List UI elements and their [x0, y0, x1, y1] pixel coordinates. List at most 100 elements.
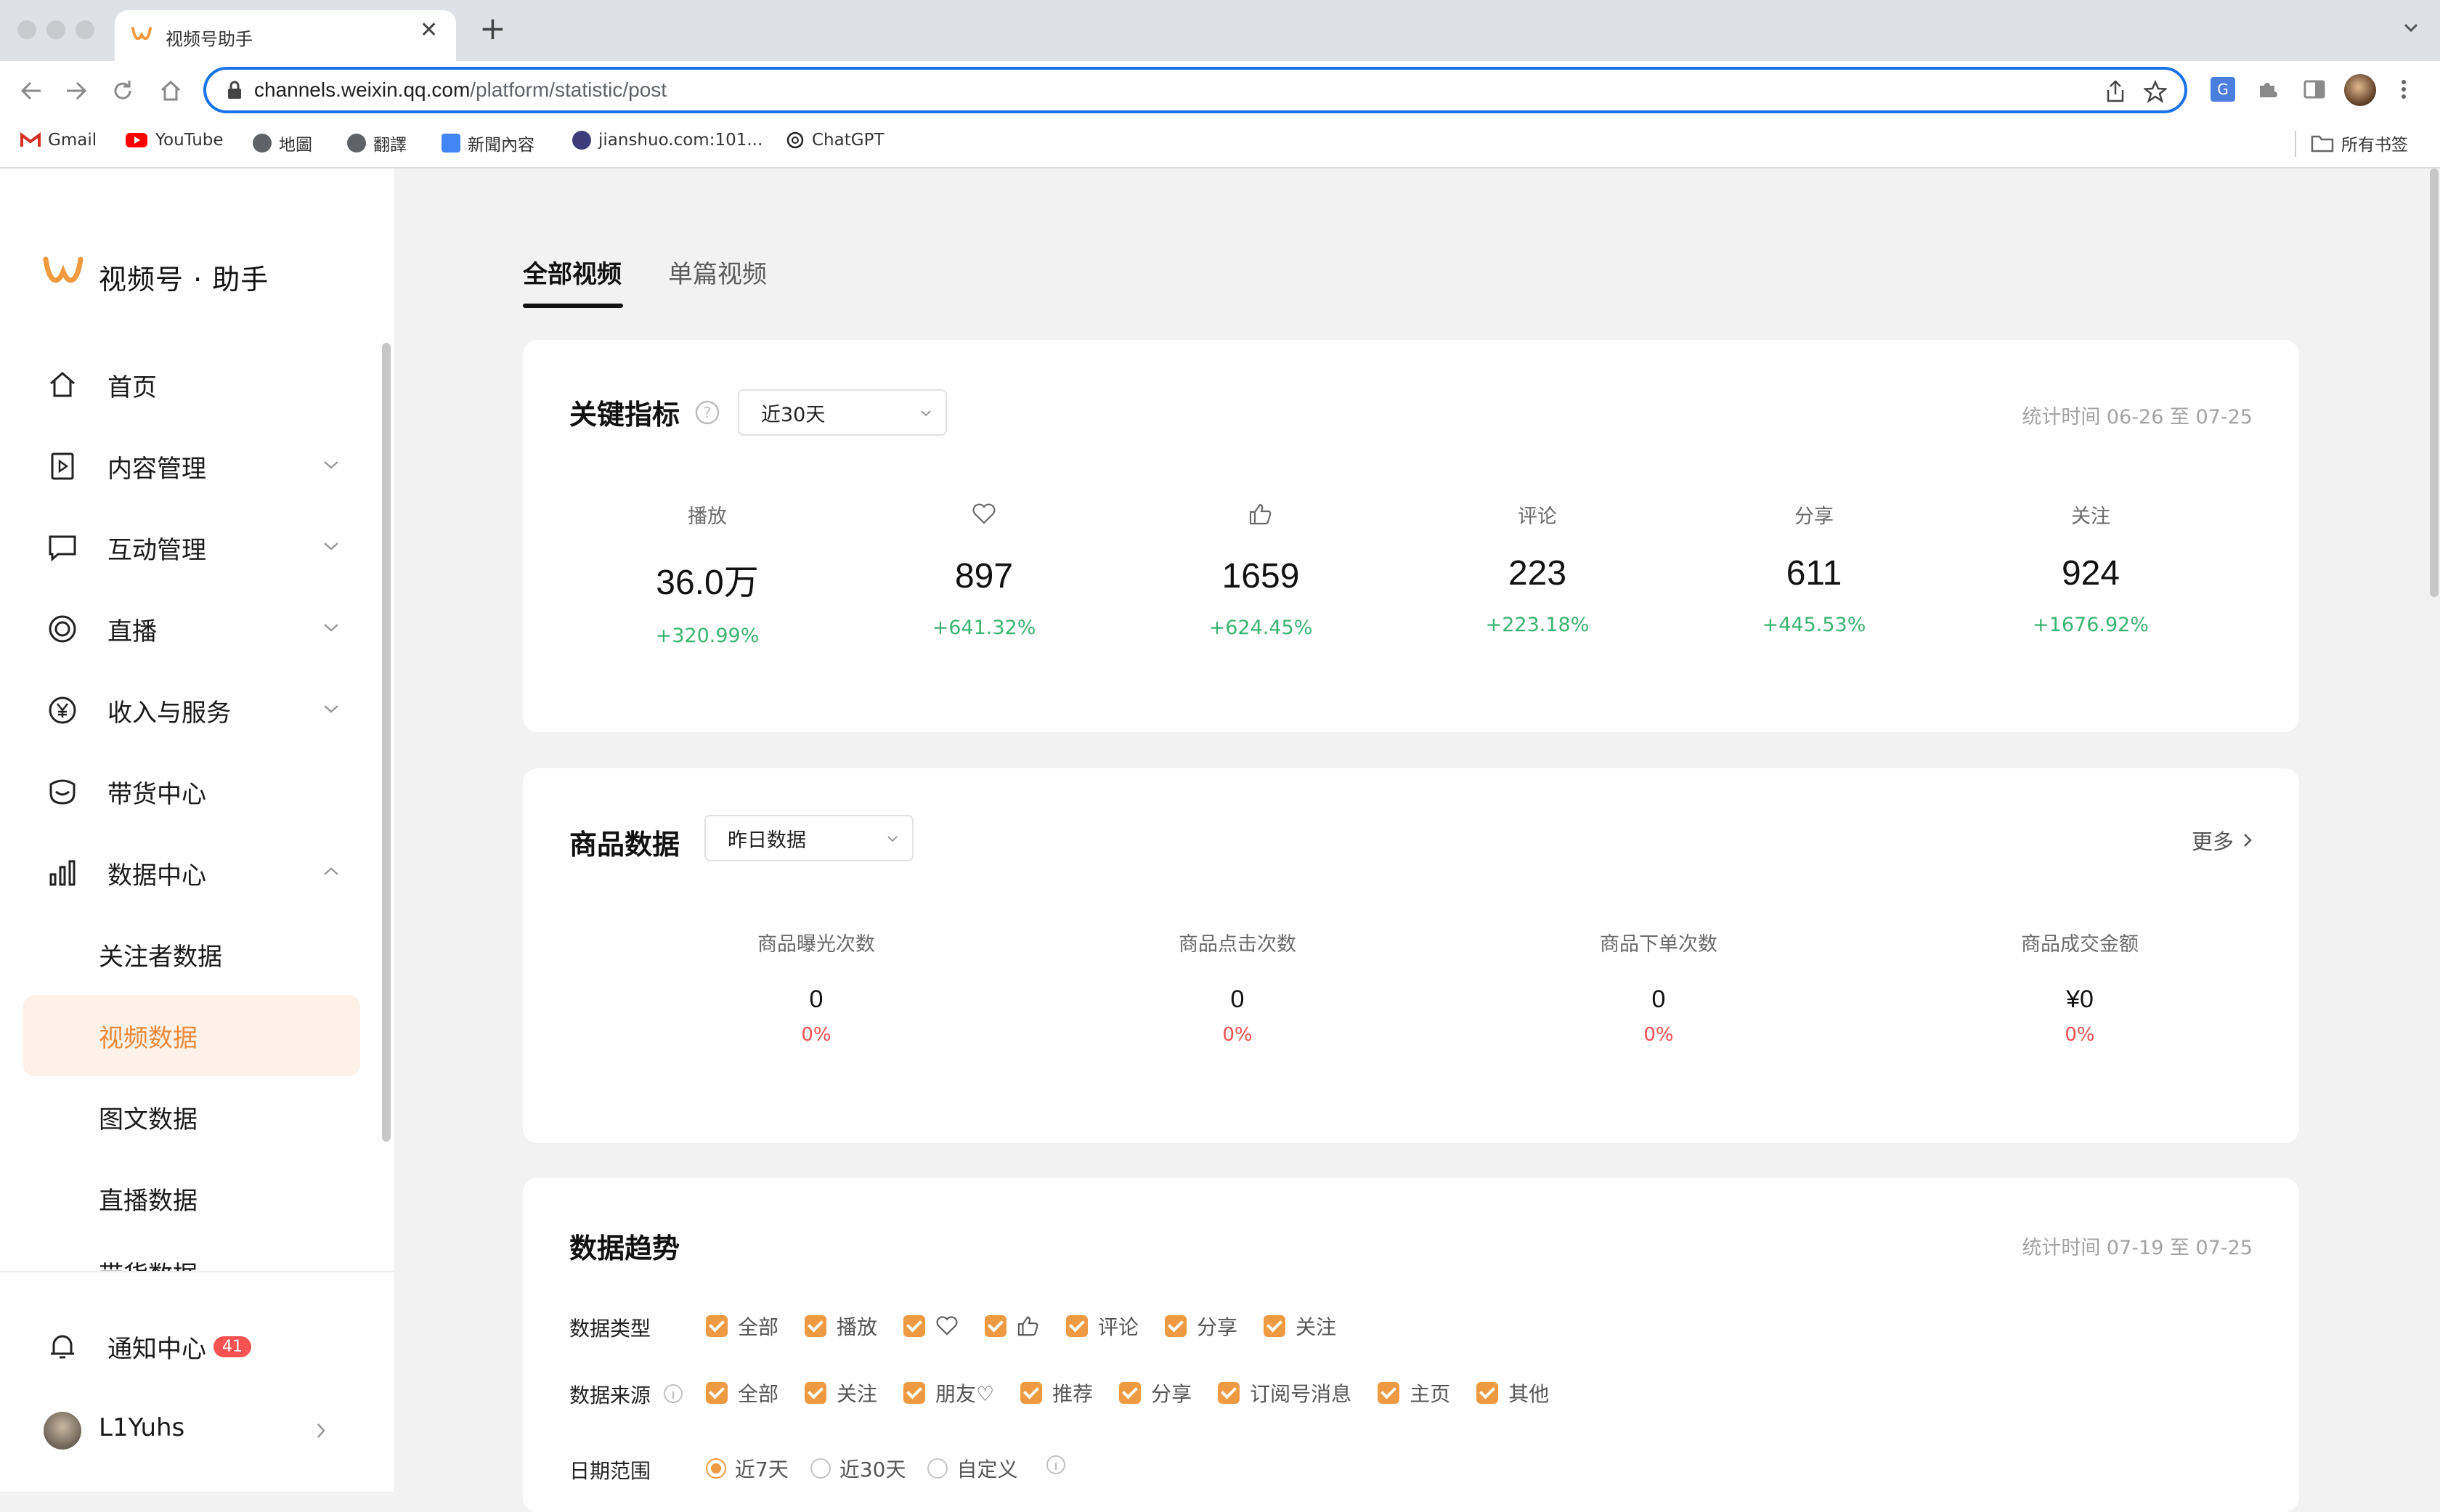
url-text[interactable]: channels.weixin.qq.com/platform/statisti… [254, 78, 667, 102]
bookmark-youtube[interactable]: YouTube [125, 131, 224, 150]
sidebar-item-label: 带货中心 [107, 779, 206, 809]
source-recommend-checkbox[interactable]: 推荐 [1020, 1378, 1093, 1407]
metric-delta: +320.99% [655, 625, 760, 647]
bookmark-star-icon[interactable] [2144, 80, 2167, 103]
data-type-like-checkbox[interactable] [985, 1312, 1040, 1341]
source-all-checkbox[interactable]: 全部 [706, 1378, 778, 1407]
data-type-heart-checkbox[interactable] [903, 1312, 959, 1341]
sidebar-subitem-live-data[interactable]: 直播数据 [23, 1158, 360, 1239]
bookmark-jianshuo[interactable]: jianshuo.com:101... [572, 131, 762, 150]
source-share-checkbox[interactable]: 分享 [1119, 1378, 1192, 1407]
data-type-plays-checkbox[interactable]: 播放 [805, 1312, 877, 1341]
tab-single-video[interactable]: 单篇视频 [668, 254, 767, 290]
checkbox-checked [805, 1315, 827, 1337]
sidebar-item-shop[interactable]: 带货中心 [23, 757, 360, 826]
url-path: /platform/statistic/post [470, 78, 667, 101]
sidebar-subitem-video-data[interactable]: 视频数据 [23, 995, 360, 1076]
tab-all-videos[interactable]: 全部视频 [523, 254, 622, 290]
tab-search-chevron-icon[interactable] [2401, 17, 2421, 38]
sidebar-item-live[interactable]: 直播 [23, 594, 360, 664]
tab-close-icon[interactable]: ✕ [420, 17, 438, 43]
main-content: 全部视频 单篇视频 关键指标 ? 近30天 统计时间 06-26 至 07-25… [394, 168, 2440, 1512]
chevron-right-icon [317, 1423, 325, 1438]
side-panel-icon[interactable] [2302, 77, 2327, 102]
browser-tab[interactable]: 视频号助手 ✕ [115, 10, 456, 61]
window-zoom-dot[interactable] [76, 20, 94, 39]
sidebar-subitem-follower-data[interactable]: 关注者数据 [23, 914, 360, 995]
data-type-shares-checkbox[interactable]: 分享 [1165, 1312, 1237, 1341]
home-page-icon[interactable] [158, 78, 183, 103]
source-subscription-checkbox[interactable]: 订阅号消息 [1218, 1378, 1351, 1407]
product-range-select[interactable]: 昨日数据 [704, 815, 914, 861]
sidebar-item-content[interactable]: 内容管理 [23, 431, 360, 501]
product-metric-impressions: 商品曝光次数 0 0% [707, 928, 925, 1046]
source-other-checkbox[interactable]: 其他 [1476, 1378, 1549, 1407]
avatar[interactable] [44, 1412, 81, 1450]
data-type-checkboxes: 全部 播放 评论 分享 关注 [706, 1312, 1336, 1341]
checkbox-label: 全部 [738, 1315, 779, 1339]
all-bookmarks[interactable]: 所有书签 [2311, 131, 2408, 155]
product-metric-delta: 0% [1643, 1024, 1674, 1046]
source-profile-checkbox[interactable]: 主页 [1378, 1378, 1450, 1407]
sidebar-item-income[interactable]: 收入与服务 [23, 675, 360, 745]
bookmark-map[interactable]: 地圖 [253, 131, 312, 155]
source-friends-checkbox[interactable]: 朋友♡ [903, 1378, 994, 1407]
sidebar-item-data-center[interactable]: 数据中心 [23, 838, 360, 908]
share-icon[interactable] [2104, 80, 2126, 103]
data-source-label: 数据来源 [569, 1383, 651, 1407]
chatgpt-icon [786, 131, 804, 149]
sidebar-item-label: 直播 [107, 617, 157, 646]
date-range-7d-radio[interactable]: 近7天 [706, 1454, 789, 1483]
profile-avatar[interactable] [2344, 74, 2376, 106]
bookmark-news[interactable]: 新聞內容 [442, 131, 534, 155]
window-minimize-dot[interactable] [46, 20, 65, 39]
lock-icon[interactable] [227, 80, 243, 100]
checkbox-checked [903, 1382, 926, 1404]
new-tab-icon[interactable]: + [479, 13, 506, 45]
checkbox-checked [1020, 1382, 1043, 1404]
sidebar-item-label: 数据中心 [107, 861, 206, 890]
info-icon[interactable] [1045, 1454, 1067, 1476]
sidebar-subitem-sales-data[interactable]: 带货数据 [23, 1239, 360, 1271]
product-metric-clicks: 商品点击次数 0 0% [1128, 928, 1346, 1046]
data-type-label: 数据类型 [569, 1317, 651, 1341]
data-type-comments-checkbox[interactable]: 评论 [1066, 1312, 1139, 1341]
info-icon[interactable] [662, 1383, 684, 1405]
sidebar-item-interaction[interactable]: 互动管理 [23, 513, 360, 582]
data-type-all-checkbox[interactable]: 全部 [706, 1312, 778, 1341]
news-icon [442, 134, 460, 153]
content-icon [51, 452, 74, 480]
sidebar-subitem-label: 带货数据 [99, 1255, 198, 1271]
checkbox-label: 关注 [837, 1382, 878, 1406]
bookmark-translate[interactable]: 翻譯 [347, 131, 407, 155]
sidebar-subitem-article-data[interactable]: 图文数据 [23, 1076, 360, 1158]
chevron-right-icon [2244, 834, 2252, 847]
active-tab-indicator [523, 304, 623, 308]
reload-icon[interactable] [110, 78, 135, 103]
extensions-puzzle-icon[interactable] [2256, 77, 2280, 102]
help-icon[interactable]: ? [694, 399, 720, 426]
bookmark-gmail[interactable]: Gmail [20, 131, 97, 150]
forward-arrow-icon[interactable] [64, 78, 89, 103]
checkbox-checked [1066, 1315, 1089, 1337]
translate-extension-icon[interactable]: G [2211, 77, 2235, 102]
more-link-label: 更多 [2191, 829, 2234, 854]
chevron-down-icon [887, 836, 898, 842]
thumb-up-icon [1017, 1316, 1038, 1336]
browser-menu-icon[interactable] [2396, 77, 2411, 102]
sidebar-item-home[interactable]: 首页 [23, 350, 360, 420]
more-link[interactable]: 更多 [2192, 825, 2254, 855]
sidebar-item-notifications[interactable]: 通知中心 41 [23, 1312, 360, 1381]
source-follow-checkbox[interactable]: 关注 [805, 1378, 877, 1407]
page-scrollbar[interactable] [2428, 168, 2440, 604]
bookmark-chatgpt[interactable]: ChatGPT [786, 131, 884, 150]
data-type-follows-checkbox[interactable]: 关注 [1264, 1312, 1336, 1341]
metrics-range-select[interactable]: 近30天 [738, 389, 947, 436]
window-close-dot[interactable] [17, 20, 36, 39]
sidebar-scrollbar[interactable] [382, 343, 391, 1142]
date-range-30d-radio[interactable]: 近30天 [810, 1454, 906, 1483]
back-arrow-icon[interactable] [19, 78, 44, 103]
radio-label: 自定义 [956, 1458, 1018, 1481]
address-bar[interactable]: channels.weixin.qq.com/platform/statisti… [203, 67, 2187, 113]
date-range-custom-radio[interactable]: 自定义 [927, 1454, 1017, 1483]
